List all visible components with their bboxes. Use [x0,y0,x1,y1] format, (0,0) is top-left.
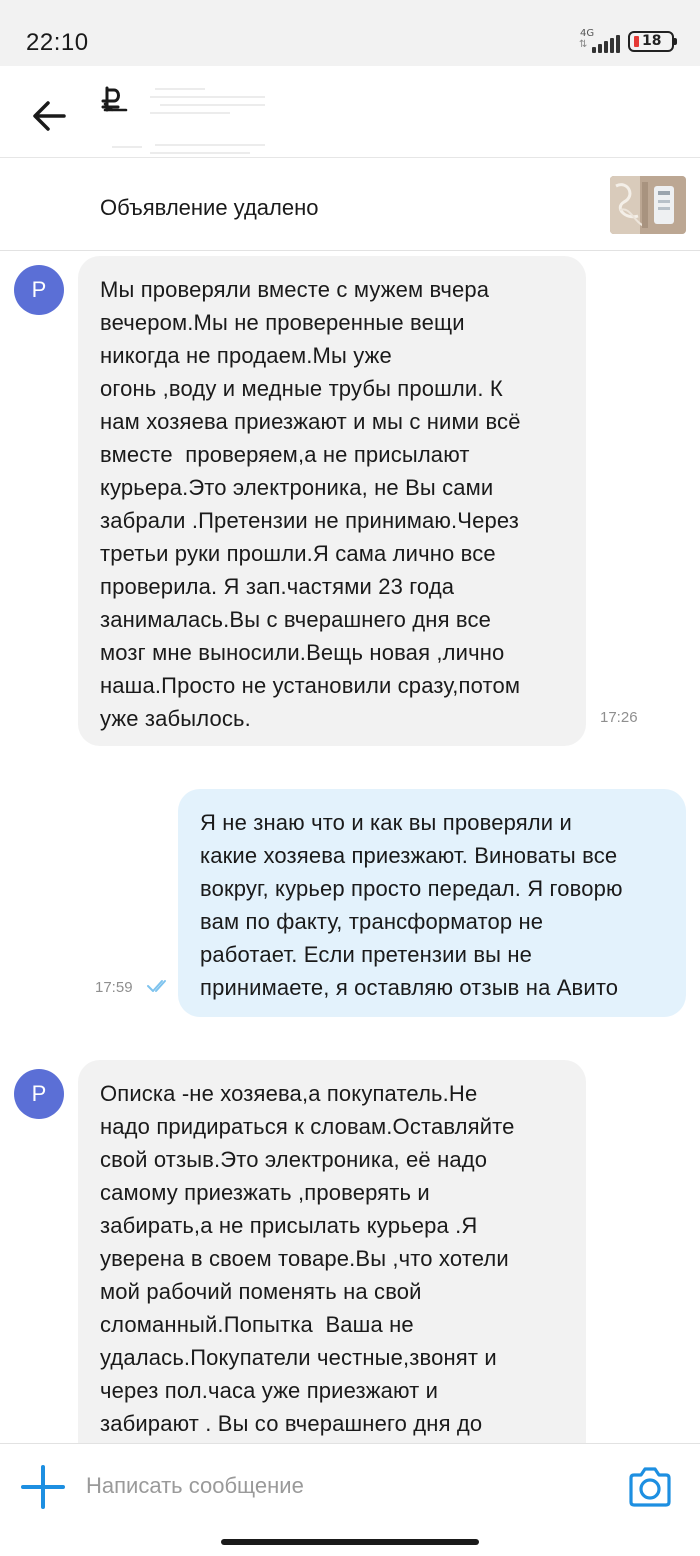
message-text: Мы проверяли вместе с мужем вчера вечеро… [100,277,521,731]
status-time: 22:10 [26,29,89,56]
message-text: Описка -не хозяева,а покупатель.Не надо … [100,1081,515,1436]
status-bar: 22:10 4G ⇅ 18 [0,0,700,66]
message-composer [0,1443,700,1528]
status-icons: 4G ⇅ 18 [576,28,677,54]
signal-icon: 4G ⇅ [576,28,620,54]
home-indicator[interactable] [221,1539,479,1545]
message-text: Я не знаю что и как вы проверяли и какие… [200,810,623,1000]
sender-avatar[interactable]: P [14,1069,64,1119]
chat-header [0,66,700,158]
system-nav-bar [0,1528,700,1556]
battery-percent: 18 [642,33,662,49]
plus-icon [21,1465,65,1509]
camera-icon [629,1467,671,1507]
message-bubble-outgoing[interactable]: Я не знаю что и как вы проверяли и какие… [178,789,686,1017]
sender-avatar[interactable]: P [14,265,64,315]
listing-status: Объявление удалено [100,195,319,220]
message-bubble-incoming[interactable]: Описка -не хозяева,а покупатель.Не надо … [78,1060,586,1480]
arrow-left-icon [33,101,66,131]
message-time: 17:59 [95,979,133,996]
back-button[interactable] [28,96,72,136]
camera-button[interactable] [627,1466,673,1508]
ruble-icon [98,86,138,126]
message-time: 17:26 [600,709,638,726]
battery-icon: 18 [628,30,677,52]
message-bubble-incoming[interactable]: Мы проверяли вместе с мужем вчера вечеро… [78,256,586,746]
battery-level [634,35,639,47]
listing-banner[interactable]: Объявление удалено [0,159,700,251]
attach-button[interactable] [20,1464,66,1510]
data-arrows-icon: ⇅ [579,39,588,50]
double-check-icon [147,980,166,992]
listing-thumbnail[interactable] [610,176,686,234]
message-input[interactable] [86,1466,586,1506]
